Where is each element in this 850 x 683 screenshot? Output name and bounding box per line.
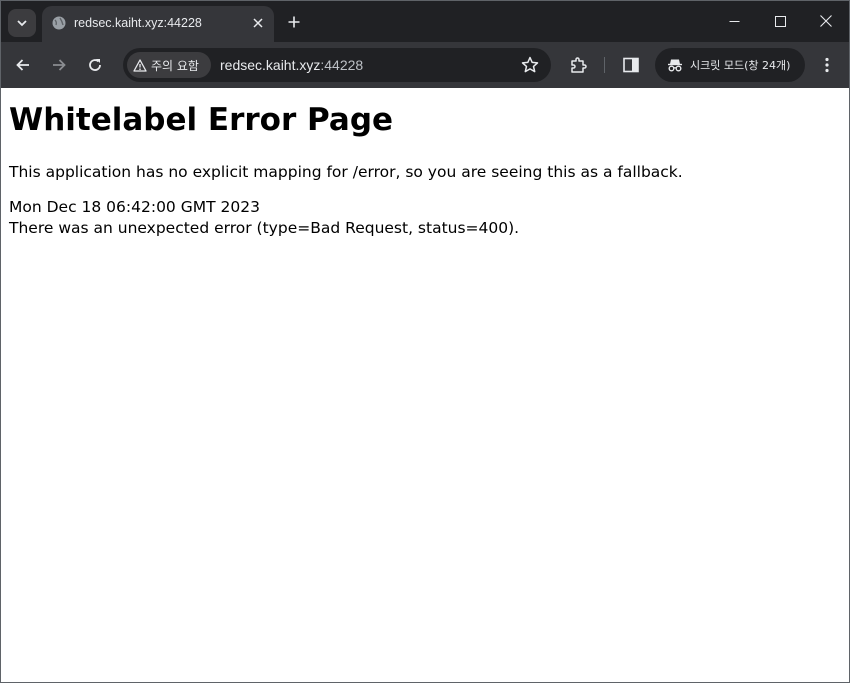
arrow-right-icon xyxy=(53,59,66,71)
side-panel-button[interactable] xyxy=(620,54,642,76)
security-chip-label: 주의 요함 xyxy=(151,58,199,73)
reload-button[interactable] xyxy=(82,52,108,78)
url-text: redsec.kaiht.xyz:44228 xyxy=(220,57,363,73)
tab-strip: redsec.kaiht.xyz:44228 xyxy=(1,1,849,42)
tab-title: redsec.kaiht.xyz:44228 xyxy=(74,16,202,30)
new-tab-button[interactable] xyxy=(283,11,305,33)
error-info: Mon Dec 18 06:42:00 GMT 2023 There was a… xyxy=(9,197,841,239)
star-icon[interactable] xyxy=(521,56,539,74)
tab-search-button[interactable] xyxy=(8,9,36,37)
minimize-icon xyxy=(729,20,739,22)
url-port: :44228 xyxy=(320,57,364,73)
incognito-icon xyxy=(668,59,682,72)
close-window-button[interactable] xyxy=(803,7,849,35)
incognito-label: 시크릿 모드(창 24개) xyxy=(690,59,791,72)
arrow-left-icon xyxy=(16,59,29,71)
minimize-button[interactable] xyxy=(711,7,757,35)
close-icon xyxy=(820,15,832,27)
plus-icon xyxy=(288,16,300,28)
forward-button[interactable] xyxy=(46,52,72,78)
error-detail: There was an unexpected error (type=Bad … xyxy=(9,219,520,237)
toolbar: 주의 요함 redsec.kaiht.xyz:44228 시크릿 모드(창 24… xyxy=(1,42,849,88)
maximize-button[interactable] xyxy=(757,7,803,35)
url-host: redsec.kaiht.xyz xyxy=(220,57,321,73)
back-button[interactable] xyxy=(10,52,36,78)
reload-icon xyxy=(89,59,101,71)
kebab-menu-icon xyxy=(825,57,829,73)
tab-close-button[interactable] xyxy=(250,15,266,31)
browser-window: redsec.kaiht.xyz:44228 주의 요함 redsec.kaih… xyxy=(0,0,850,683)
incognito-badge[interactable]: 시크릿 모드(창 24개) xyxy=(655,48,805,82)
globe-icon xyxy=(52,16,66,30)
toolbar-divider xyxy=(604,57,605,73)
puzzle-icon xyxy=(571,57,587,73)
side-panel-icon xyxy=(623,57,639,73)
warning-triangle-icon xyxy=(133,58,147,72)
page-title: Whitelabel Error Page xyxy=(9,102,394,138)
chevron-down-icon xyxy=(17,20,27,27)
maximize-icon xyxy=(774,15,786,27)
security-chip[interactable]: 주의 요함 xyxy=(127,52,211,78)
active-tab[interactable]: redsec.kaiht.xyz:44228 xyxy=(42,6,274,42)
main-menu-button[interactable] xyxy=(817,54,837,76)
extensions-button[interactable] xyxy=(567,54,589,76)
address-bar[interactable]: 주의 요함 redsec.kaiht.xyz:44228 xyxy=(123,48,551,82)
fallback-message: This application has no explicit mapping… xyxy=(9,163,683,181)
page-content: Whitelabel Error Page This application h… xyxy=(1,88,849,682)
close-icon xyxy=(253,18,263,28)
error-timestamp: Mon Dec 18 06:42:00 GMT 2023 xyxy=(9,198,260,216)
